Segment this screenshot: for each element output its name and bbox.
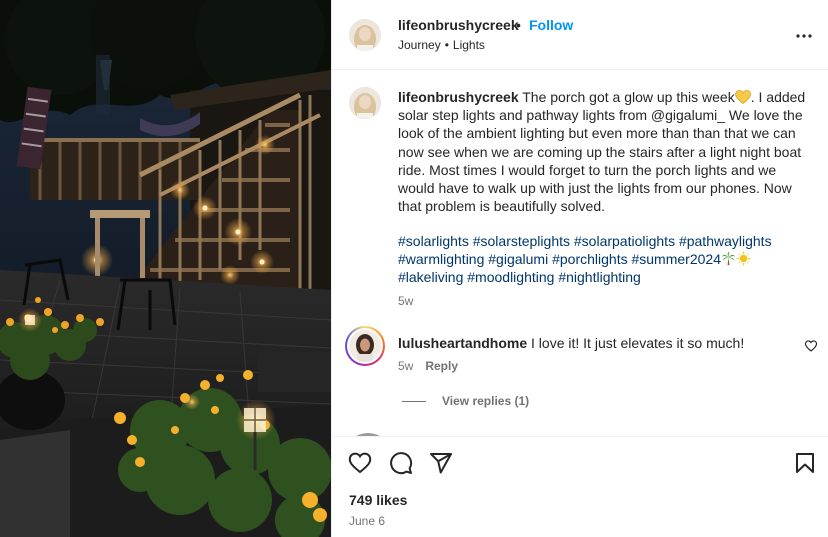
replies-divider-line xyxy=(402,401,426,403)
hashtag[interactable]: #nightlighting xyxy=(558,269,641,285)
sun-icon xyxy=(735,251,751,267)
commenter-username[interactable]: lulusheartandhome xyxy=(398,335,527,351)
view-replies-button[interactable]: View replies (1) xyxy=(402,394,529,408)
caption-username[interactable]: lifeonbrushycreek xyxy=(398,89,519,105)
comment-like-heart-icon[interactable] xyxy=(804,339,818,353)
share-icon[interactable] xyxy=(429,451,453,475)
caption-author-avatar[interactable] xyxy=(349,87,381,119)
hashtag[interactable]: #pathwaylights xyxy=(679,233,772,249)
comment-text: I love it! It just elevates it so much! xyxy=(531,335,745,351)
caption-text-start: The porch got a glow up this week xyxy=(522,89,735,105)
likes-count[interactable]: 749 likes xyxy=(349,492,407,508)
hashtag[interactable]: #gigalumi xyxy=(488,251,548,267)
more-horizontal-icon[interactable] xyxy=(792,24,816,48)
caption-hashtags: #solarlights #solarsteplights #solarpati… xyxy=(398,232,810,287)
hashtag[interactable]: #summer2024 xyxy=(631,251,721,267)
post-details-panel: lifeonbrushycreek • Follow Journey • Light… xyxy=(331,0,828,537)
caption-text-rest: . I added solar step lights and pathway … xyxy=(398,89,806,215)
post-header: lifeonbrushycreek • Follow Journey • Light… xyxy=(332,0,828,70)
post-caption: lifeonbrushycreek The porch got a glow u… xyxy=(398,88,810,215)
hashtag[interactable]: #solarlights xyxy=(398,233,469,249)
audio-label[interactable]: Journey xyxy=(398,38,441,52)
view-replies-label: View replies (1) xyxy=(442,394,530,408)
post-date[interactable]: June 6 xyxy=(349,514,385,528)
yellow-heart-icon xyxy=(734,90,751,104)
heart-icon[interactable] xyxy=(348,451,372,475)
comment-icon[interactable] xyxy=(389,451,413,475)
hashtag[interactable]: #solarpatiolights xyxy=(574,233,675,249)
post-actions-bar: 749 likes June 6 xyxy=(332,436,828,537)
post-image[interactable] xyxy=(0,0,331,537)
reply-button[interactable]: Reply xyxy=(425,359,458,373)
hashtag[interactable]: #warmlighting xyxy=(398,251,484,267)
hashtag[interactable]: #solarsteplights xyxy=(473,233,570,249)
comment-timestamp[interactable]: 5w xyxy=(398,359,413,373)
author-username[interactable]: lifeonbrushycreek xyxy=(398,17,519,33)
hashtag[interactable]: #moodlighting xyxy=(467,269,554,285)
bookmark-icon[interactable] xyxy=(793,451,817,475)
author-avatar[interactable] xyxy=(349,19,381,51)
commenter-avatar[interactable] xyxy=(345,326,385,366)
hashtag[interactable]: #lakeliving xyxy=(398,269,463,285)
audio-location-line: Journey • Lights xyxy=(398,38,485,52)
hashtag[interactable]: #porchlights xyxy=(552,251,628,267)
location-label[interactable]: Lights xyxy=(453,38,485,52)
audio-separator: • xyxy=(444,38,449,52)
porch-night-photo xyxy=(0,0,331,537)
header-separator: • xyxy=(516,17,521,33)
comment-meta: 5w Reply xyxy=(398,359,458,373)
comment-body: lulusheartandhome I love it! It just ele… xyxy=(398,334,788,352)
caption-timestamp[interactable]: 5w xyxy=(398,294,413,308)
palm-tree-icon xyxy=(721,252,736,266)
follow-button[interactable]: Follow xyxy=(529,17,573,33)
